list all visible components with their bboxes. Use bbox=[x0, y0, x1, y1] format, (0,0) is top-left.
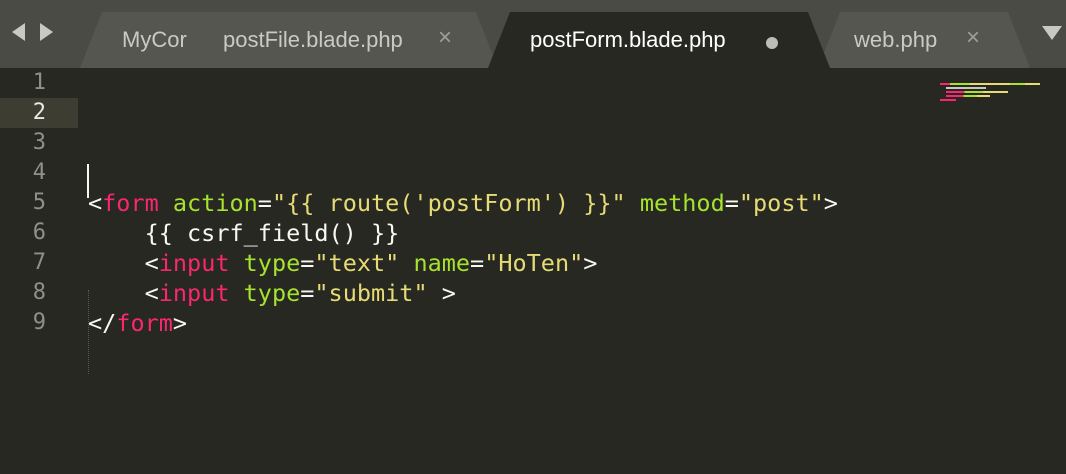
code-line[interactable]: 9 </form> bbox=[0, 308, 1066, 338]
line-number: 2 bbox=[32, 100, 46, 125]
line-number: 8 bbox=[32, 280, 46, 305]
tab-postform[interactable]: postForm.blade.php bbox=[488, 12, 830, 68]
code-text: <input type="text" name="HoTen"> bbox=[88, 248, 598, 278]
code-token: = bbox=[300, 249, 315, 277]
code-line[interactable]: 6 {{ csrf_field() }} bbox=[0, 218, 1066, 248]
line-number: 3 bbox=[32, 130, 46, 155]
code-token: </ bbox=[88, 309, 117, 337]
code-token: input bbox=[158, 249, 230, 277]
code-token: name bbox=[413, 249, 471, 277]
code-token: "HoTen" bbox=[484, 249, 584, 277]
line-number: 4 bbox=[32, 160, 46, 185]
tab-postfile[interactable]: postFile.blade.php × bbox=[183, 12, 498, 68]
code-line[interactable]: 3 bbox=[0, 128, 1066, 158]
line-number: 1 bbox=[32, 70, 46, 95]
close-icon[interactable]: × bbox=[966, 24, 980, 52]
code-line[interactable]: 2 bbox=[0, 98, 1066, 128]
text-cursor bbox=[87, 164, 89, 198]
tab-bar: MyCor postFile.blade.php × web.php × pos… bbox=[0, 0, 1066, 68]
code-token: = bbox=[724, 189, 739, 217]
code-text: </form> bbox=[88, 308, 187, 338]
line-number: 6 bbox=[32, 220, 46, 245]
code-token: "submit" bbox=[314, 279, 428, 307]
code-token: < bbox=[88, 249, 159, 277]
code-token: type bbox=[243, 249, 301, 277]
code-token: < bbox=[88, 189, 103, 217]
code-line[interactable]: 7 <input type="text" name="HoTen"> bbox=[0, 248, 1066, 278]
code-token: input bbox=[158, 279, 230, 307]
code-token: = bbox=[470, 249, 485, 277]
tab-title: postFile.blade.php bbox=[223, 27, 403, 52]
code-line[interactable]: 8 <input type="submit" > bbox=[0, 278, 1066, 308]
code-token: > bbox=[172, 309, 188, 337]
code-line[interactable]: 5 <form action="{{ route('postForm') }}" … bbox=[0, 188, 1066, 218]
unsaved-dot-icon[interactable] bbox=[766, 37, 778, 49]
line-number: 5 bbox=[32, 190, 46, 215]
code-token: action bbox=[172, 189, 258, 217]
indent-guide bbox=[88, 290, 89, 374]
code-token: type bbox=[243, 279, 301, 307]
code-text: <input type="submit" > bbox=[88, 278, 456, 308]
code-token: = bbox=[300, 279, 315, 307]
chevron-left-icon[interactable] bbox=[12, 23, 25, 41]
code-token: "post" bbox=[738, 189, 824, 217]
code-line[interactable]: 4 bbox=[0, 158, 1066, 188]
close-icon[interactable]: × bbox=[438, 24, 452, 52]
tab-title: web.php bbox=[854, 27, 938, 52]
tab-web[interactable]: web.php × bbox=[818, 12, 1030, 68]
code-token: > bbox=[583, 249, 598, 277]
code-editor[interactable]: 1 2 3 4 5 <form action="{{ route('postForm') … bbox=[0, 68, 1066, 474]
minimap[interactable] bbox=[940, 83, 1045, 105]
code-token: {{ csrf_field() }} bbox=[88, 219, 400, 247]
code-token: = bbox=[257, 189, 272, 217]
line-number: 9 bbox=[32, 310, 46, 335]
code-token: > bbox=[427, 279, 456, 307]
chevron-down-icon[interactable] bbox=[1042, 26, 1062, 40]
tab-title: MyCor bbox=[122, 27, 187, 52]
code-token: < bbox=[88, 279, 159, 307]
code-token: "{{ route('postForm') }}" bbox=[271, 189, 626, 217]
line-number: 7 bbox=[32, 250, 46, 275]
code-text: <form action="{{ route('postForm') }}" m… bbox=[88, 188, 838, 218]
tab-navigation bbox=[10, 23, 58, 47]
code-token: form bbox=[116, 309, 173, 337]
code-token: method bbox=[639, 189, 725, 217]
code-text: {{ csrf_field() }} bbox=[88, 218, 400, 248]
chevron-right-icon[interactable] bbox=[40, 23, 53, 41]
tab-title: postForm.blade.php bbox=[530, 27, 726, 52]
code-token: > bbox=[823, 189, 838, 217]
code-token: "text" bbox=[314, 249, 400, 277]
code-line[interactable]: 1 bbox=[0, 68, 1066, 98]
code-token: form bbox=[102, 189, 159, 217]
